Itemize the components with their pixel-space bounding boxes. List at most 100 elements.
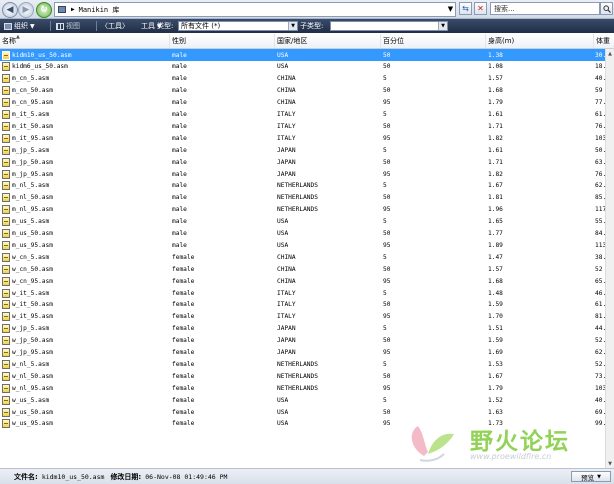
cell-region: CHINA: [277, 263, 377, 275]
cell-region-text: JAPAN: [277, 158, 296, 166]
cell-percentile: 50: [383, 335, 483, 347]
cell-name: w_nl_95.asm: [2, 382, 168, 394]
asm-file-icon: [2, 50, 10, 60]
asm-file-icon: [2, 205, 10, 215]
cell-name-text: w_us_50.asm: [12, 408, 53, 416]
table-row[interactable]: m_cn_95.asm male CHINA 95 1.79 77.26: [0, 97, 605, 109]
back-arrow-icon[interactable]: ◀: [2, 2, 18, 18]
tools-button[interactable]: 〈工具〉: [101, 19, 129, 33]
column-header-gender[interactable]: 性别: [170, 34, 275, 48]
subtype-select[interactable]: ▼: [330, 21, 448, 31]
table-row[interactable]: m_jp_5.asm male JAPAN 5 1.61 50.1: [0, 144, 605, 156]
column-header-weight[interactable]: 体重: [594, 34, 614, 48]
cell-region: NETHERLANDS: [277, 180, 377, 192]
asm-file-icon: [2, 110, 10, 119]
table-row[interactable]: w_it_5.asm female ITALY 5 1.48 46.4: [0, 287, 605, 299]
table-row[interactable]: m_it_50.asm male ITALY 50 1.71 76.16: [0, 120, 605, 132]
table-row[interactable]: m_it_95.asm male ITALY 95 1.82 103.5: [0, 132, 605, 144]
cell-region: NETHERLANDS: [277, 204, 377, 216]
cell-gender-text: female: [172, 301, 195, 309]
table-row[interactable]: w_us_5.asm female USA 5 1.52 40.54: [0, 394, 605, 406]
table-row[interactable]: w_cn_5.asm female CHINA 5 1.47 38.27: [0, 251, 605, 263]
cell-gender-text: male: [172, 99, 187, 107]
search-input[interactable]: 搜索...: [490, 2, 600, 15]
cell-height: 1.57: [488, 263, 592, 275]
cell-weight-text: 40.54: [595, 396, 605, 404]
table-row[interactable]: w_cn_50.asm female CHINA 50 1.57 52: [0, 263, 605, 275]
table-row[interactable]: w_nl_95.asm female NETHERLANDS 95 1.79 103.4: [0, 382, 605, 394]
refresh-icon[interactable]: ↻: [36, 2, 52, 18]
cell-gender: male: [172, 192, 272, 204]
view-button[interactable]: 视图: [56, 19, 80, 33]
cell-gender-text: female: [172, 337, 195, 345]
table-row[interactable]: m_us_95.asm male USA 95 1.89 113.9: [0, 239, 605, 251]
vertical-scrollbar[interactable]: ▲ ▼: [605, 49, 614, 468]
type-select[interactable]: 所有文件 (*) ▼: [178, 21, 298, 31]
cell-name-text: m_cn_95.asm: [12, 99, 53, 107]
column-header-height[interactable]: 身高(m): [486, 34, 594, 48]
column-header-name[interactable]: 名称 ▲: [0, 34, 170, 48]
table-row[interactable]: m_nl_5.asm male NETHERLANDS 5 1.67 62.12: [0, 180, 605, 192]
table-row[interactable]: w_cn_95.asm female CHINA 95 1.68 65.76: [0, 275, 605, 287]
cell-percentile: 95: [383, 97, 483, 109]
table-row[interactable]: w_nl_5.asm female NETHERLANDS 5 1.53 52.83: [0, 358, 605, 370]
asm-file-icon: [2, 157, 10, 167]
cell-name: w_it_5.asm: [2, 287, 168, 299]
table-row[interactable]: m_us_50.asm male USA 50 1.77 84.9: [0, 228, 605, 240]
table-row[interactable]: w_jp_50.asm female JAPAN 50 1.59 52.6: [0, 335, 605, 347]
cell-height-text: 1.59: [488, 301, 503, 309]
cell-name: w_cn_50.asm: [2, 263, 168, 275]
table-row[interactable]: m_jp_50.asm male JAPAN 50 1.71 63.3: [0, 156, 605, 168]
cell-region: CHINA: [277, 251, 377, 263]
stop-icon[interactable]: ✕: [474, 2, 487, 15]
table-row[interactable]: kidm6_us_50.asm male USA 50 1.08 18.3: [0, 61, 605, 73]
table-row[interactable]: m_nl_50.asm male NETHERLANDS 50 1.81 85.57: [0, 192, 605, 204]
scroll-up-icon[interactable]: ▲: [606, 49, 614, 58]
cell-height-text: 1.96: [488, 206, 503, 214]
table-row[interactable]: w_us_50.asm female USA 50 1.63 69.9: [0, 406, 605, 418]
table-row[interactable]: m_it_5.asm male ITALY 5 1.61 61.1: [0, 109, 605, 121]
cell-percentile: 5: [383, 358, 483, 370]
cell-name-text: w_it_95.asm: [12, 313, 53, 321]
cell-region-text: NETHERLANDS: [277, 384, 318, 392]
column-header-region[interactable]: 国家/地区: [275, 34, 381, 48]
column-header-percentile[interactable]: 百分位: [381, 34, 486, 48]
table-row[interactable]: w_it_50.asm female ITALY 50 1.59 61.82: [0, 299, 605, 311]
cell-weight: 103.4: [595, 382, 605, 394]
cell-name-text: m_it_5.asm: [12, 111, 50, 118]
table-row[interactable]: m_jp_95.asm male JAPAN 95 1.82 76.6: [0, 168, 605, 180]
table-row[interactable]: w_jp_95.asm female JAPAN 95 1.69 62.8: [0, 347, 605, 359]
address-field[interactable]: ▶ Manikin 库: [54, 2, 456, 17]
search-icon[interactable]: [600, 2, 613, 15]
cell-weight-text: 52.6: [595, 337, 605, 345]
table-row[interactable]: w_jp_5.asm female JAPAN 5 1.51 44.7: [0, 323, 605, 335]
file-list[interactable]: kidm10_us_50.asmmaleUSA501.3830.5kidm6_u…: [0, 49, 605, 433]
cell-weight: 76.16: [595, 120, 605, 132]
cell-name: m_jp_50.asm: [2, 156, 168, 168]
scroll-down-icon[interactable]: ▼: [606, 459, 614, 468]
table-row[interactable]: m_us_5.asm male USA 5 1.65 55.89: [0, 216, 605, 228]
organize-button[interactable]: 组织 ▼: [4, 19, 35, 33]
cell-height: 1.61: [488, 144, 592, 156]
cell-weight: 62.8: [595, 347, 605, 359]
cell-percentile-text: 95: [383, 277, 391, 285]
cell-gender: male: [172, 216, 272, 228]
address-dropdown-icon[interactable]: ▼: [446, 3, 455, 14]
table-row[interactable]: kidm10_us_50.asm male USA 50 1.38 30.5: [0, 49, 605, 61]
cell-height-text: 1.61: [488, 146, 503, 154]
organize-icon: [4, 22, 12, 30]
table-row[interactable]: w_us_95.asm female USA 95 1.73 99.26: [0, 418, 605, 430]
table-row[interactable]: w_nl_50.asm female NETHERLANDS 50 1.67 73.92: [0, 370, 605, 382]
table-row[interactable]: m_cn_50.asm male CHINA 50 1.68 59: [0, 85, 605, 97]
cell-percentile: 5: [383, 216, 483, 228]
table-row[interactable]: w_it_95.asm female ITALY 95 1.70 81.2: [0, 311, 605, 323]
cell-gender: female: [172, 299, 272, 311]
go-icon[interactable]: ⇆: [459, 2, 472, 15]
cell-percentile: 50: [383, 156, 483, 168]
cell-gender-text: female: [172, 325, 195, 333]
table-row[interactable]: m_cn_5.asm male CHINA 5 1.57 40.76: [0, 73, 605, 85]
cell-gender: male: [172, 120, 272, 132]
table-row[interactable]: m_nl_95.asm male NETHERLANDS 95 1.96 117.0: [0, 204, 605, 216]
forward-arrow-icon[interactable]: ▶: [18, 2, 34, 18]
preview-button[interactable]: 预览 ▼: [571, 471, 611, 482]
